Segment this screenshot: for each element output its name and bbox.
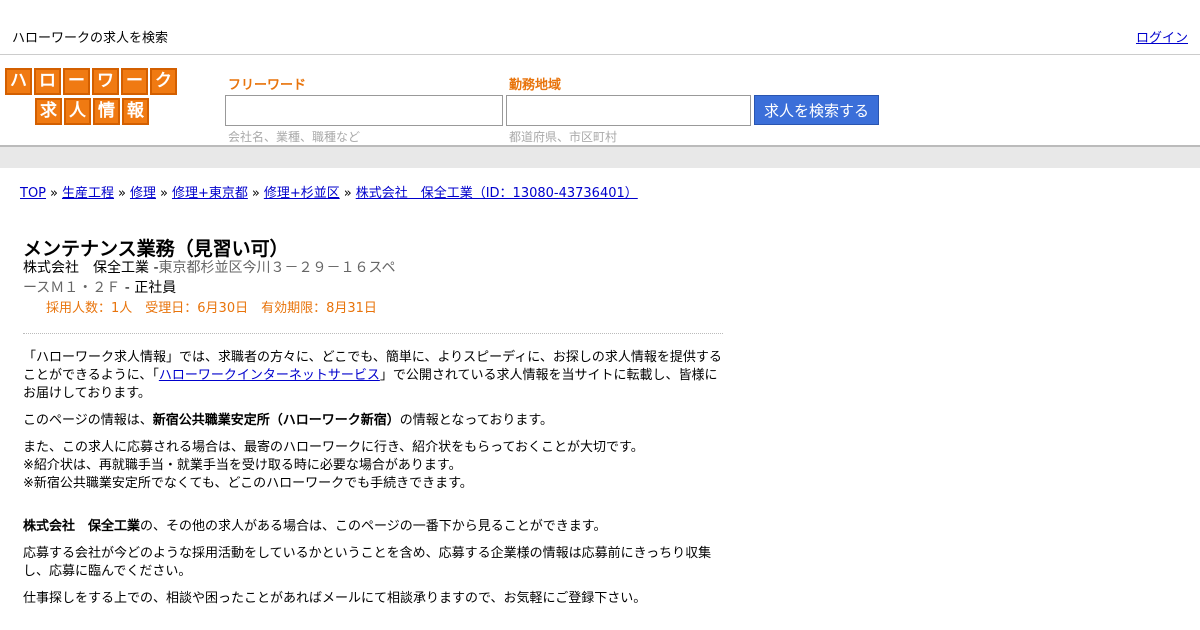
job-stats: 採用人数：1人 受理日：6月30日 有効期限：8月31日	[46, 301, 377, 316]
login-link[interactable]: ログイン	[1136, 27, 1188, 46]
breadcrumb-category[interactable]: 生産工程	[62, 186, 114, 201]
breadcrumb-separator: »	[251, 186, 260, 201]
referral-line-3: ※新宿公共職業安定所でなくても、どこのハローワークでも手続きできます。	[23, 476, 473, 491]
content-divider	[23, 333, 723, 334]
source-text-end: の情報となっております。	[399, 413, 554, 428]
breadcrumb: TOP» 生産工程» 修理» 修理+東京都» 修理+杉並区» 株式会社 保全工業（ID：1…	[20, 182, 638, 201]
logo-row-kanji: 求 人 情 報	[35, 98, 149, 125]
area-label: 勤務地域	[509, 78, 562, 93]
logo-tile: ロ	[34, 68, 61, 95]
employment-dash: -	[120, 280, 135, 296]
job-title: メンテナンス業務（見習い可）	[23, 238, 289, 260]
area-hint: 都道府県、市区町村	[509, 130, 618, 144]
other-jobs-text: の、その他の求人がある場合は、このページの一番下から見ることができます。	[140, 519, 607, 534]
breadcrumb-separator: »	[343, 186, 352, 201]
breadcrumb-separator: »	[159, 186, 168, 201]
breadcrumb-top[interactable]: TOP	[20, 186, 46, 201]
logo-tile: 求	[35, 98, 62, 125]
logo-tile: ー	[121, 68, 148, 95]
breadcrumb-prefecture[interactable]: 修理+東京都	[172, 186, 248, 201]
breadcrumb-company[interactable]: 株式会社 保全工業（ID：13080-43736401）	[356, 186, 638, 201]
breadcrumb-separator: »	[118, 186, 126, 201]
company-name: 株式会社 保全工業	[23, 260, 149, 276]
referral-line-2: ※紹介状は、再就職手当・就業手当を受け取る時に必要な場合があります。	[23, 458, 462, 473]
referral-line-1: また、この求人に応募される場合は、最寄のハローワークに行き、紹介状をもらっておく…	[23, 440, 644, 455]
area-input[interactable]	[506, 95, 751, 126]
employment-type: 正社員	[134, 280, 177, 296]
header: ハ ロ ー ワ ー ク 求 人 情 報 フリーワード 会社名、業種、職種など 勤…	[0, 55, 1200, 147]
divider-bar	[0, 147, 1200, 168]
hellowork-internet-service-link[interactable]: ハローワークインターネットサービス	[159, 368, 380, 383]
company-info: 株式会社 保全工業 -東京都杉並区今川３－２９－１６スペースＭ１・２Ｆ - 正社…	[23, 258, 403, 298]
site-tagline: ハローワークの求人を検索	[12, 31, 169, 46]
intro-paragraph: 「ハローワーク求人情報」では、求職者の方々に、どこでも、簡単に、よりスピーディに…	[23, 349, 723, 403]
source-text: このページの情報は、	[23, 413, 153, 428]
logo-tile: 人	[64, 98, 91, 125]
top-bar: ハローワークの求人を検索 ログイン	[0, 0, 1200, 55]
search-button[interactable]: 求人を検索する	[754, 95, 879, 125]
source-office: 新宿公共職業安定所（ハローワーク新宿）	[152, 413, 400, 428]
main-content: 「ハローワーク求人情報」では、求職者の方々に、どこでも、簡単に、よりスピーディに…	[23, 349, 723, 617]
logo-tile: ー	[63, 68, 90, 95]
consultation-paragraph: 仕事探しをする上での、相談や困ったことがあればメールにて相談承りますので、お気軽…	[23, 591, 647, 606]
source-paragraph: このページの情報は、新宿公共職業安定所（ハローワーク新宿）の情報となっております…	[23, 412, 723, 430]
hellowork-logo[interactable]: ハ ロ ー ワ ー ク 求 人 情 報	[5, 68, 181, 126]
referral-paragraph: また、この求人に応募される場合は、最寄のハローワークに行き、紹介状をもらっておく…	[23, 439, 723, 493]
advice-paragraph: 応募する会社が今どのような採用活動をしているかということを含め、応募する企業様の…	[23, 546, 712, 579]
other-jobs-paragraph: 株式会社 保全工業の、その他の求人がある場合は、このページの一番下から見ることが…	[23, 518, 723, 536]
company-dash: -	[149, 260, 159, 276]
breadcrumb-separator: »	[50, 186, 58, 201]
other-jobs-company: 株式会社 保全工業	[23, 519, 141, 534]
logo-tile: ワ	[92, 68, 119, 95]
logo-tile: ハ	[5, 68, 32, 95]
logo-row-katakana: ハ ロ ー ワ ー ク	[5, 68, 177, 95]
keyword-label: フリーワード	[228, 78, 307, 93]
breadcrumb-job-type[interactable]: 修理	[130, 186, 156, 201]
logo-tile: 報	[122, 98, 149, 125]
logo-tile: ク	[150, 68, 177, 95]
keyword-hint: 会社名、業種、職種など	[228, 130, 361, 144]
logo-tile: 情	[93, 98, 120, 125]
keyword-input[interactable]	[225, 95, 503, 126]
breadcrumb-ward[interactable]: 修理+杉並区	[264, 186, 340, 201]
